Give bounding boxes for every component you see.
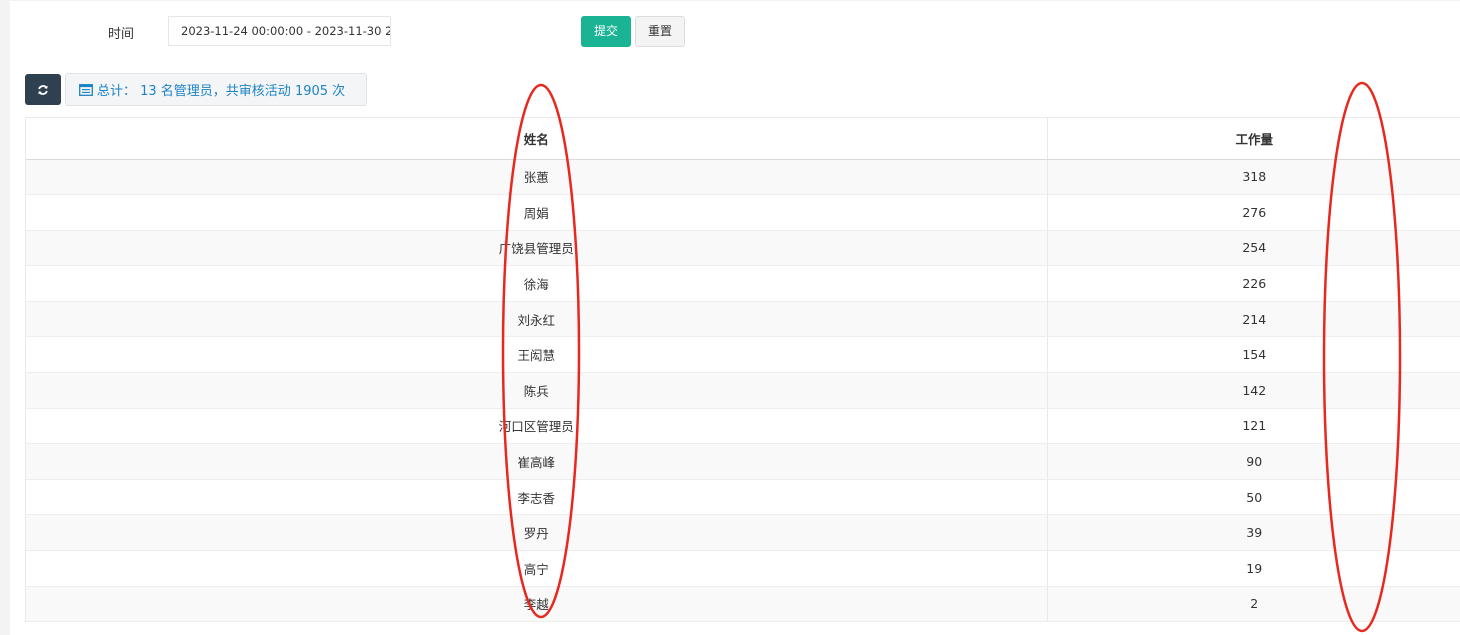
cell-name: 张蕙 <box>26 159 1048 196</box>
refresh-button[interactable] <box>25 74 61 105</box>
cell-workload: 19 <box>1047 550 1460 587</box>
cell-workload: 90 <box>1047 443 1460 480</box>
cell-workload: 276 <box>1047 194 1460 231</box>
cell-name: 广饶县管理员 <box>26 230 1048 267</box>
cell-workload: 254 <box>1047 230 1460 267</box>
table-row: 崔高峰 90 <box>26 443 1460 480</box>
table-row: 周娟 276 <box>26 194 1460 231</box>
table-row: 李志香 50 <box>26 479 1460 516</box>
table-row: 王闳慧 154 <box>26 336 1460 374</box>
list-alt-icon <box>79 83 93 96</box>
cell-workload: 2 <box>1047 586 1460 623</box>
cell-name: 李志香 <box>26 479 1048 516</box>
cell-name: 高宁 <box>26 550 1048 587</box>
cell-name: 李越 <box>26 586 1048 623</box>
table-row: 广饶县管理员 254 <box>26 230 1460 267</box>
column-header-workload[interactable]: 工作量 <box>1047 118 1460 160</box>
cell-workload: 214 <box>1047 301 1460 338</box>
table-row: 徐海 226 <box>26 265 1460 302</box>
table-row: 高宁 19 <box>26 550 1460 587</box>
cell-name: 陈兵 <box>26 372 1048 409</box>
cell-workload: 50 <box>1047 479 1460 516</box>
column-header-name[interactable]: 姓名 <box>26 118 1048 160</box>
summary-badge: 总计： 13 名管理员，共审核活动 1905 次 <box>65 73 367 106</box>
table-header-row: 姓名 工作量 <box>26 118 1460 160</box>
refresh-icon <box>38 84 48 95</box>
table-row: 陈兵 142 <box>26 372 1460 409</box>
cell-name: 罗丹 <box>26 514 1048 552</box>
table-row: 罗丹 39 <box>26 514 1460 552</box>
cell-workload: 121 <box>1047 408 1460 445</box>
table-row: 李越 2 <box>26 586 1460 623</box>
cell-workload: 226 <box>1047 265 1460 302</box>
cell-workload: 318 <box>1047 159 1460 196</box>
table-row: 张蕙 318 <box>26 159 1460 196</box>
content-panel: 时间 2023-11-24 00:00:00 - 2023-11-30 23 提… <box>10 1 1460 635</box>
cell-workload: 154 <box>1047 336 1460 374</box>
time-label: 时间 <box>108 27 135 42</box>
summary-text: 总计： 13 名管理员，共审核活动 1905 次 <box>97 84 346 99</box>
cell-name: 王闳慧 <box>26 336 1048 374</box>
cell-workload: 142 <box>1047 372 1460 409</box>
reset-button[interactable]: 重置 <box>635 16 685 47</box>
cell-workload: 39 <box>1047 514 1460 552</box>
table-row: 刘永红 214 <box>26 301 1460 338</box>
time-range-input[interactable]: 2023-11-24 00:00:00 - 2023-11-30 23 <box>168 16 391 46</box>
cell-name: 刘永红 <box>26 301 1048 338</box>
cell-name: 周娟 <box>26 194 1048 231</box>
submit-button[interactable]: 提交 <box>581 16 631 47</box>
cell-name: 徐海 <box>26 265 1048 302</box>
table-row: 河口区管理员 121 <box>26 408 1460 445</box>
cell-name: 河口区管理员 <box>26 408 1048 445</box>
cell-name: 崔高峰 <box>26 443 1048 480</box>
workload-table: 姓名 工作量 张蕙 318 周娟 276 广饶县管理员 254 徐海 226 刘永红 21… <box>25 117 1460 623</box>
